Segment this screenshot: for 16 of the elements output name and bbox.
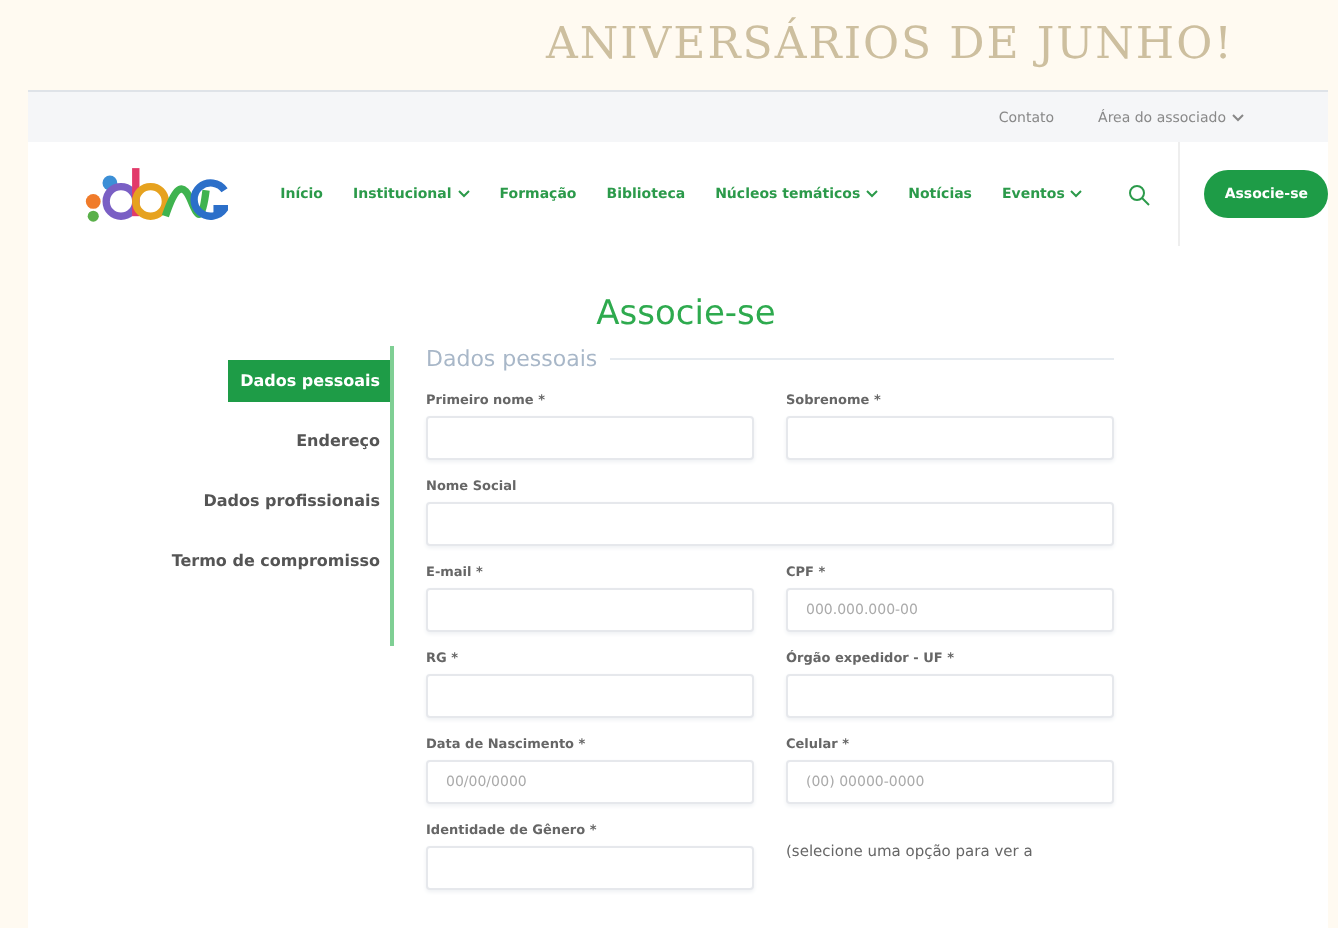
step-tab[interactable]: Dados pessoais: [228, 360, 390, 402]
banner-title: ANIVERSÁRIOS DE JUNHO!: [545, 20, 1234, 70]
input-field[interactable]: [426, 588, 754, 632]
step-tab[interactable]: Endereço: [284, 420, 390, 462]
search-icon[interactable]: [1128, 183, 1151, 205]
input-field[interactable]: [426, 674, 754, 718]
step-tab[interactable]: Termo de compromisso: [159, 540, 390, 582]
page-title: Associe-se: [594, 294, 778, 334]
input-field[interactable]: [786, 674, 1114, 718]
logo-icon[interactable]: [84, 162, 229, 226]
input-field[interactable]: [426, 502, 1114, 546]
input-field[interactable]: [426, 416, 754, 460]
input-field[interactable]: [426, 846, 754, 890]
input-field[interactable]: [786, 416, 1114, 460]
section-title: Dados pessoais: [426, 346, 598, 372]
step-tab[interactable]: Dados profissionais: [191, 480, 390, 522]
